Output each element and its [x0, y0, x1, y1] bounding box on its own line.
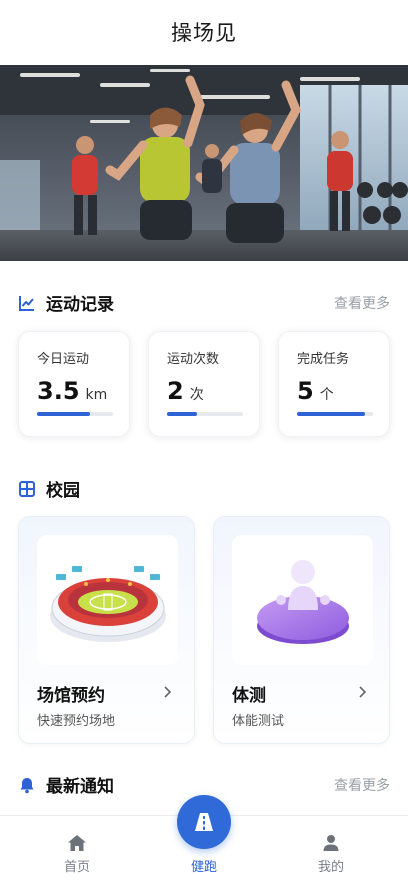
- stat-progress-fill: [167, 412, 198, 416]
- stat-number: 2: [167, 377, 184, 405]
- chevron-right-icon: [164, 686, 172, 698]
- stat-value-group: 3.5 km: [37, 377, 111, 405]
- stat-number: 5: [297, 377, 314, 405]
- stat-title: 完成任务: [297, 352, 350, 367]
- stat-unit: 次: [189, 387, 204, 403]
- stat-value-group: 2 次: [167, 377, 241, 405]
- chevron-right-icon: [359, 686, 367, 698]
- campus-title-group: 校园: [18, 476, 80, 501]
- stat-progress-track: [37, 412, 113, 416]
- stat-title: 今日运动: [37, 352, 90, 367]
- user-icon: [323, 835, 339, 851]
- campus-title: 校园: [46, 481, 80, 501]
- stadium-icon: [37, 535, 178, 665]
- venue-booking-subtitle: 快速预约场地: [37, 714, 116, 729]
- line-chart-icon: [18, 294, 36, 312]
- notices-more-link[interactable]: 查看更多: [334, 775, 390, 795]
- tab-profile[interactable]: 我的: [291, 816, 371, 883]
- hero-banner[interactable]: [0, 65, 408, 261]
- tab-profile-label: 我的: [317, 860, 344, 875]
- page-title: 操场见: [171, 21, 237, 45]
- stat-progress-fill: [37, 412, 91, 416]
- notices-header: 最新通知 查看更多: [18, 772, 390, 797]
- venue-booking-card[interactable]: 场馆预约 快速预约场地: [18, 516, 195, 744]
- notices-title-group: 最新通知: [18, 772, 114, 797]
- stat-progress-track: [167, 412, 243, 416]
- stat-progress-track: [297, 412, 373, 416]
- venue-booking-title: 场馆预约: [37, 686, 105, 706]
- tab-home-label: 首页: [63, 860, 90, 875]
- records-title: 运动记录: [46, 295, 114, 315]
- fitness-test-subtitle: 体能测试: [232, 714, 285, 729]
- records-more-link[interactable]: 查看更多: [334, 293, 390, 313]
- stat-value-group: 5 个: [297, 377, 371, 405]
- road-icon: [195, 813, 213, 831]
- stat-number: 3.5: [37, 377, 80, 405]
- campus-header: 校园: [18, 476, 390, 501]
- records-header: 运动记录 查看更多: [18, 290, 390, 315]
- home-icon: [68, 835, 86, 851]
- stat-unit: 个: [319, 387, 334, 403]
- grid-icon: [18, 480, 36, 498]
- stat-card-workout-count[interactable]: 运动次数 2 次: [148, 331, 260, 437]
- fitness-test-icon: [232, 535, 373, 665]
- stat-unit: km: [85, 387, 108, 403]
- stat-card-tasks-done[interactable]: 完成任务 5 个: [278, 331, 390, 437]
- records-title-group: 运动记录: [18, 290, 114, 315]
- fitness-class-photo: [0, 65, 408, 261]
- tab-home[interactable]: 首页: [37, 816, 117, 883]
- stat-title: 运动次数: [167, 352, 220, 367]
- fitness-test-title: 体测: [232, 686, 266, 706]
- stat-card-today-distance[interactable]: 今日运动 3.5 km: [18, 331, 130, 437]
- app-header: 操场见: [0, 0, 408, 64]
- notices-title: 最新通知: [46, 777, 114, 797]
- tab-run-label: 健跑: [190, 860, 217, 875]
- run-fab-button[interactable]: [177, 795, 231, 849]
- bell-icon: [18, 776, 36, 794]
- fitness-test-card[interactable]: 体测 体能测试: [213, 516, 390, 744]
- stat-progress-fill: [297, 412, 366, 416]
